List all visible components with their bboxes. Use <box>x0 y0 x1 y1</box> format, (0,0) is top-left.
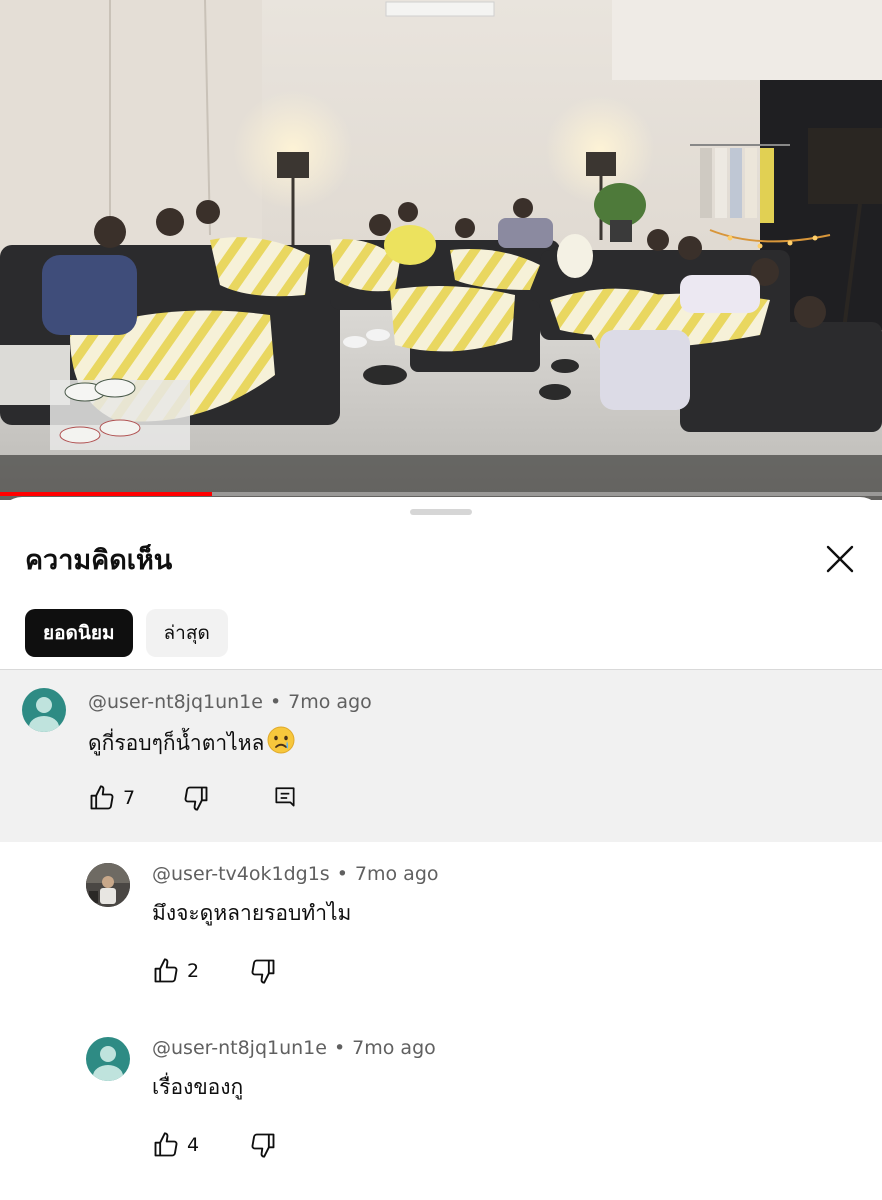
video-progress-fill <box>0 492 212 496</box>
crying-face-icon <box>266 725 296 764</box>
reply-icon <box>275 787 295 807</box>
thumbs-up-icon <box>90 785 114 810</box>
sort-chip-top[interactable]: ยอดนิยม <box>25 609 133 657</box>
dislike-button[interactable] <box>249 955 277 987</box>
close-button[interactable] <box>818 537 862 581</box>
comment-author[interactable]: @user-nt8jq1un1e <box>88 691 263 713</box>
comment-time: 7mo ago <box>288 691 372 713</box>
like-count: 4 <box>187 1134 200 1156</box>
comments-sheet: ความคิดเห็น ยอดนิยม ล่าสุด @user-nt8jq1u… <box>0 497 882 1200</box>
dislike-button[interactable] <box>249 1129 277 1161</box>
comment-meta: @user-nt8jq1un1e • 7mo ago <box>152 1037 436 1059</box>
comment-actions: 2 <box>152 955 277 987</box>
comment-text: มึงจะดูหลายรอบทำไม <box>152 901 352 925</box>
comment-actions: 7 <box>88 782 298 814</box>
like-button[interactable]: 4 <box>152 1129 199 1161</box>
comment-actions: 4 <box>152 1129 277 1161</box>
close-icon <box>826 545 854 573</box>
comment-item[interactable]: @user-nt8jq1un1e • 7mo ago ดูกี่รอบๆก็น้ำต… <box>0 670 882 842</box>
video-progress-bar[interactable] <box>0 492 882 496</box>
default-avatar-icon[interactable] <box>86 1037 130 1081</box>
comment-meta: @user-tv4ok1dg1s • 7mo ago <box>152 863 439 885</box>
thumbs-down-icon <box>251 1133 275 1158</box>
thumbs-up-icon <box>154 1132 178 1157</box>
comment-author[interactable]: @user-nt8jq1un1e <box>152 1037 327 1059</box>
comment-time: 7mo ago <box>354 863 439 885</box>
comment-author[interactable]: @user-tv4ok1dg1s <box>152 863 330 885</box>
dislike-button[interactable] <box>182 782 210 814</box>
comment-meta: @user-nt8jq1un1e • 7mo ago <box>88 691 372 713</box>
sort-chips: ยอดนิยม ล่าสุด <box>25 609 228 657</box>
comment-text: ดูกี่รอบๆก็น้ำตาไหล <box>88 725 296 764</box>
sort-chip-newest[interactable]: ล่าสุด <box>145 609 228 657</box>
comment-time: 7mo ago <box>352 1037 436 1059</box>
reply-button[interactable] <box>272 782 298 814</box>
like-count: 2 <box>187 960 200 982</box>
like-count: 7 <box>123 787 136 809</box>
user-avatar[interactable] <box>86 863 130 907</box>
reply-item[interactable]: @user-nt8jq1un1e • 7mo ago เรื่องของกู 4 <box>0 1016 882 1200</box>
thumbs-down-icon <box>184 786 208 811</box>
default-avatar-icon[interactable] <box>22 688 66 732</box>
video-frame-image <box>0 0 882 500</box>
video-player[interactable] <box>0 0 882 500</box>
sheet-title: ความคิดเห็น <box>25 545 173 576</box>
thumbs-down-icon <box>251 959 275 984</box>
like-button[interactable]: 2 <box>152 955 199 987</box>
reply-item[interactable]: @user-tv4ok1dg1s • 7mo ago มึงจะดูหลายรอบท… <box>0 842 882 1016</box>
like-button[interactable]: 7 <box>88 782 135 814</box>
comment-text: เรื่องของกู <box>152 1075 244 1099</box>
drag-handle[interactable] <box>410 509 472 515</box>
thumbs-up-icon <box>154 958 178 983</box>
avatar-photo <box>86 863 130 907</box>
screen: ความคิดเห็น ยอดนิยม ล่าสุด @user-nt8jq1u… <box>0 0 882 1200</box>
